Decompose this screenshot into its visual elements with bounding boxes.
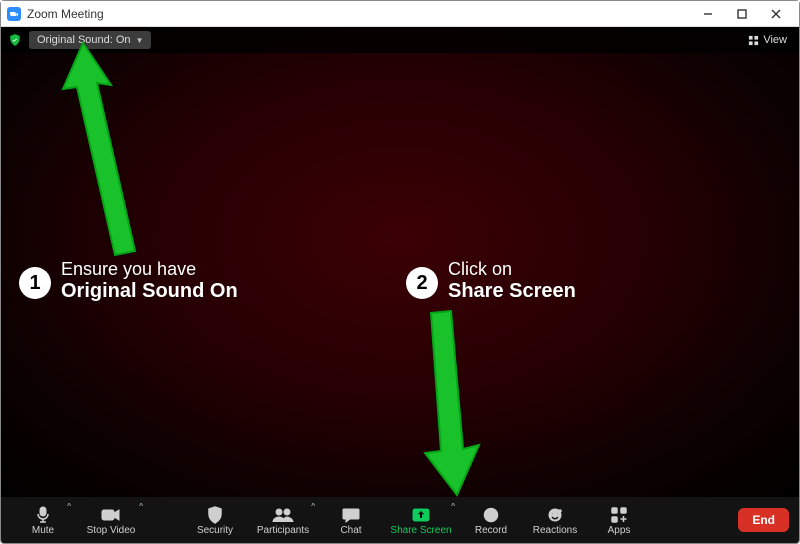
window-minimize-button[interactable] [691, 2, 725, 26]
share-screen-button[interactable]: ^ Share Screen [383, 498, 459, 542]
annotation-arrow-2 [413, 309, 493, 497]
stop-video-button[interactable]: ^ Stop Video [75, 498, 147, 542]
annotation-step-1-badge: 1 [19, 267, 51, 299]
reactions-button[interactable]: Reactions [523, 498, 587, 542]
apps-button[interactable]: Apps [587, 498, 651, 542]
reactions-icon [547, 505, 563, 525]
annotation-step-2-badge: 2 [406, 267, 438, 299]
caret-up-icon: ^ [139, 502, 143, 511]
meeting-area: Original Sound: On ▼ View 1 Ensure you h [1, 27, 799, 497]
video-camera-icon [101, 505, 121, 525]
window-title: Zoom Meeting [27, 7, 104, 21]
original-sound-label: Original Sound: On [37, 34, 131, 46]
caret-down-icon: ▼ [133, 36, 144, 45]
security-button[interactable]: Security [183, 498, 247, 542]
chat-icon [342, 505, 360, 525]
chat-button[interactable]: Chat [319, 498, 383, 542]
window-titlebar: Zoom Meeting [1, 1, 799, 27]
window-maximize-button[interactable] [725, 2, 759, 26]
annotation-arrow-1 [49, 41, 169, 276]
zoom-meeting-window: Zoom Meeting Original Sound: On ▼ View [0, 0, 800, 544]
zoom-app-icon [7, 7, 21, 21]
meeting-topbar: Original Sound: On ▼ View [1, 27, 799, 53]
apps-icon [611, 505, 627, 525]
meeting-toolbar: ^ Mute ^ Stop Video Security ^ Participa… [1, 497, 799, 543]
annotation-step-2-text: Click on Share Screen [448, 259, 576, 303]
record-button[interactable]: Record [459, 498, 523, 542]
participants-button[interactable]: ^ Participants [247, 498, 319, 542]
mute-button[interactable]: ^ Mute [11, 498, 75, 542]
record-icon [483, 505, 499, 525]
view-label: View [763, 34, 787, 46]
microphone-icon [35, 505, 51, 525]
annotation-overlay: 1 Ensure you have Original Sound On 2 Cl… [1, 27, 799, 497]
share-screen-icon [411, 505, 431, 525]
window-close-button[interactable] [759, 2, 793, 26]
caret-up-icon: ^ [451, 502, 455, 511]
annotation-step-1-text: Ensure you have Original Sound On [61, 259, 238, 303]
caret-up-icon: ^ [311, 502, 315, 511]
shield-icon [207, 505, 223, 525]
view-button[interactable]: View [742, 31, 793, 49]
caret-up-icon: ^ [67, 502, 71, 511]
encryption-shield-icon[interactable] [7, 32, 23, 48]
original-sound-toggle[interactable]: Original Sound: On ▼ [29, 31, 151, 49]
participants-icon [272, 505, 294, 525]
end-meeting-button[interactable]: End [738, 508, 789, 532]
